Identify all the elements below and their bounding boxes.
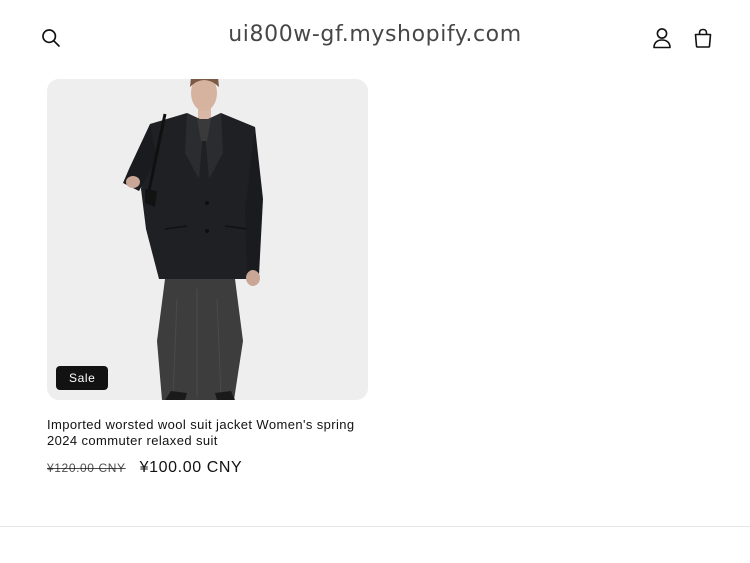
site-header: ui800w-gf.myshopify.com <box>0 0 750 76</box>
product-card: Sale Imported worsted wool suit jacket W… <box>47 79 368 477</box>
store-name-link[interactable]: ui800w-gf.myshopify.com <box>0 22 750 47</box>
price-row: ¥120.00 CNY ¥100.00 CNY <box>47 459 368 477</box>
product-image-link[interactable]: Sale <box>47 79 368 400</box>
cart-icon <box>694 28 712 48</box>
account-button[interactable] <box>647 23 677 53</box>
sale-price: ¥100.00 CNY <box>139 459 243 476</box>
sale-badge: Sale <box>56 366 109 390</box>
regular-price: ¥120.00 CNY <box>47 461 126 475</box>
product-title-link[interactable]: Imported worsted wool suit jacket Women'… <box>47 417 368 449</box>
product-photo <box>123 79 263 400</box>
footer-divider <box>0 526 750 527</box>
cart-button[interactable] <box>688 23 718 53</box>
account-icon <box>653 28 671 49</box>
